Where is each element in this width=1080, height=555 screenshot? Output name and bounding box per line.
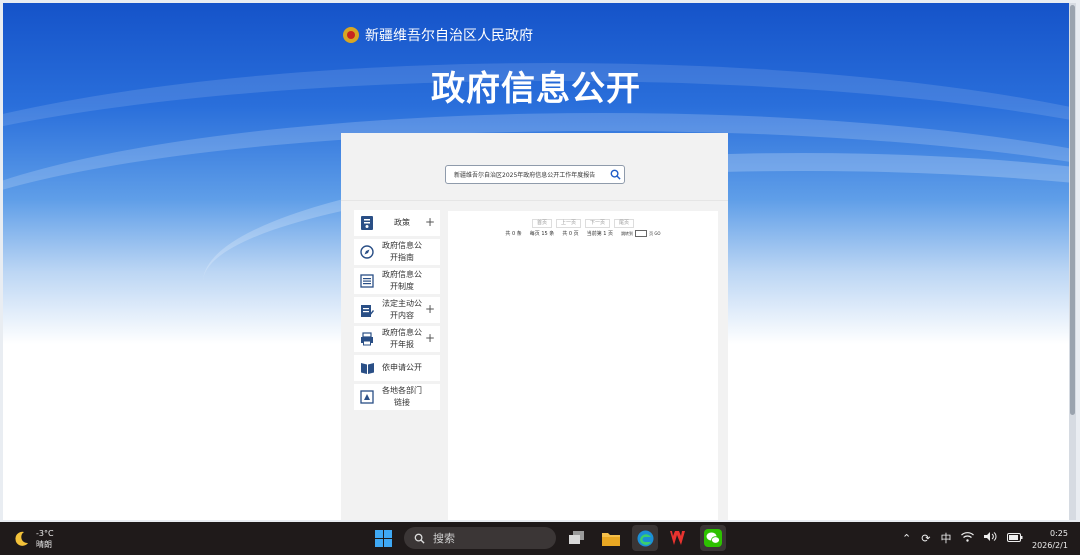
link-icon — [354, 390, 380, 404]
browser-viewport: 新疆维吾尔自治区人民政府 政府信息公开 新疆维吾尔自治区2025年政府信息公开工… — [3, 3, 1069, 520]
compass-icon — [354, 245, 380, 259]
printer-icon — [354, 332, 380, 346]
file-explorer-icon[interactable] — [598, 525, 624, 551]
current-page: 当前第 1 页 — [586, 231, 614, 237]
pagination-buttons: 首页 上一页 下一页 尾页 — [448, 219, 718, 228]
search-icon — [414, 533, 425, 544]
wechat-icon[interactable] — [700, 525, 726, 551]
weather-condition: 晴朗 — [36, 540, 52, 549]
main-panel: 新疆维吾尔自治区2025年政府信息公开工作年度报告 政策 + 政府信息公开指南 … — [341, 133, 728, 520]
taskbar-center: 搜索 — [370, 525, 726, 551]
taskbar-search[interactable]: 搜索 — [404, 527, 556, 549]
expand-plus-icon[interactable]: + — [425, 331, 435, 345]
sidebar-item-annual-report[interactable]: 政府信息公开年报 + — [354, 326, 440, 352]
sidebar-item-label: 法定主动公开内容 — [382, 299, 422, 320]
list-icon — [354, 274, 380, 288]
weather-widget[interactable]: -3°C 晴朗 — [12, 528, 54, 550]
sidebar: 政策 + 政府信息公开指南 政府信息公开制度 法定主动公开内容 + 政府信息公开… — [354, 210, 440, 413]
last-page-button[interactable]: 尾页 — [614, 219, 635, 228]
wifi-icon[interactable] — [961, 531, 975, 545]
ime-indicator[interactable]: 中 — [940, 530, 951, 546]
sidebar-item-policy[interactable]: 政策 + — [354, 210, 440, 236]
expand-plus-icon[interactable]: + — [425, 302, 435, 316]
sidebar-item-label: 各地各部门链接 — [382, 386, 422, 407]
taskbar: -3°C 晴朗 搜索 ⌃ ⟳ 中 0:25 2026/2/1 — [0, 522, 1080, 555]
total-count: 共 0 条 — [505, 231, 522, 237]
taskbar-search-label: 搜索 — [433, 532, 455, 545]
national-emblem-icon — [343, 27, 359, 43]
clipboard-edit-icon — [354, 303, 380, 318]
goto-button[interactable]: 页 GO — [649, 231, 661, 237]
goto-page-input[interactable] — [635, 230, 648, 237]
sidebar-item-system[interactable]: 政府信息公开制度 — [354, 268, 440, 294]
volume-icon[interactable] — [984, 531, 997, 545]
page-title: 政府信息公开 — [431, 69, 641, 109]
content-area: 首页 上一页 下一页 尾页 共 0 条 每页 15 条 共 0 页 当前第 1 … — [448, 211, 718, 520]
search-box[interactable]: 新疆维吾尔自治区2025年政府信息公开工作年度报告 — [445, 165, 625, 184]
clock-time: 0:25 — [1049, 529, 1068, 538]
scrollbar-thumb[interactable] — [1070, 5, 1075, 415]
sidebar-item-label: 政策 — [394, 218, 410, 227]
sidebar-item-label: 政府信息公开制度 — [382, 270, 422, 291]
document-icon — [354, 215, 380, 231]
prev-page-button[interactable]: 上一页 — [555, 219, 581, 228]
clock-date: 2026/2/1 — [1032, 541, 1068, 550]
moon-icon — [15, 531, 28, 546]
search-icon[interactable] — [606, 166, 624, 183]
sidebar-item-label: 政府信息公开指南 — [382, 241, 422, 262]
sync-icon[interactable]: ⟳ — [921, 532, 930, 545]
search-input[interactable]: 新疆维吾尔自治区2025年政府信息公开工作年度报告 — [446, 170, 606, 179]
goto-label: 跳转到 — [621, 230, 634, 236]
temperature: -3°C — [36, 529, 54, 538]
windows-start-icon[interactable] — [370, 525, 396, 551]
sidebar-item-application[interactable]: 依申请公开 — [354, 355, 440, 381]
system-clock[interactable]: 0:25 2026/2/1 — [1032, 528, 1068, 552]
expand-plus-icon[interactable]: + — [425, 215, 435, 229]
site-header[interactable]: 新疆维吾尔自治区人民政府 — [343, 25, 533, 45]
wps-office-icon[interactable] — [666, 525, 692, 551]
task-view-icon[interactable] — [564, 525, 590, 551]
goto-page: 跳转到 页 GO — [621, 230, 661, 237]
sidebar-item-guide[interactable]: 政府信息公开指南 — [354, 239, 440, 265]
system-tray: ⌃ ⟳ 中 — [902, 530, 1023, 546]
edge-browser-icon[interactable] — [632, 525, 658, 551]
first-page-button[interactable]: 首页 — [531, 219, 552, 228]
weather-text: -3°C 晴朗 — [36, 528, 54, 550]
sidebar-item-links[interactable]: 各地各部门链接 — [354, 384, 440, 410]
sidebar-item-label: 政府信息公开年报 — [382, 328, 422, 349]
vertical-scrollbar[interactable] — [1069, 3, 1076, 520]
pagination-info: 共 0 条 每页 15 条 共 0 页 当前第 1 页 跳转到 页 GO — [448, 230, 718, 237]
chevron-up-icon[interactable]: ⌃ — [902, 532, 911, 545]
page-count: 共 0 页 — [562, 231, 579, 237]
divider — [341, 200, 728, 201]
book-icon — [354, 362, 380, 375]
site-name[interactable]: 新疆维吾尔自治区人民政府 — [365, 25, 533, 45]
sidebar-item-statutory[interactable]: 法定主动公开内容 + — [354, 297, 440, 323]
battery-icon[interactable] — [1007, 532, 1023, 545]
per-page: 每页 15 条 — [529, 231, 555, 237]
screen: 新疆维吾尔自治区人民政府 政府信息公开 新疆维吾尔自治区2025年政府信息公开工… — [0, 0, 1080, 522]
next-page-button[interactable]: 下一页 — [585, 219, 611, 228]
sidebar-item-label: 依申请公开 — [382, 363, 422, 372]
